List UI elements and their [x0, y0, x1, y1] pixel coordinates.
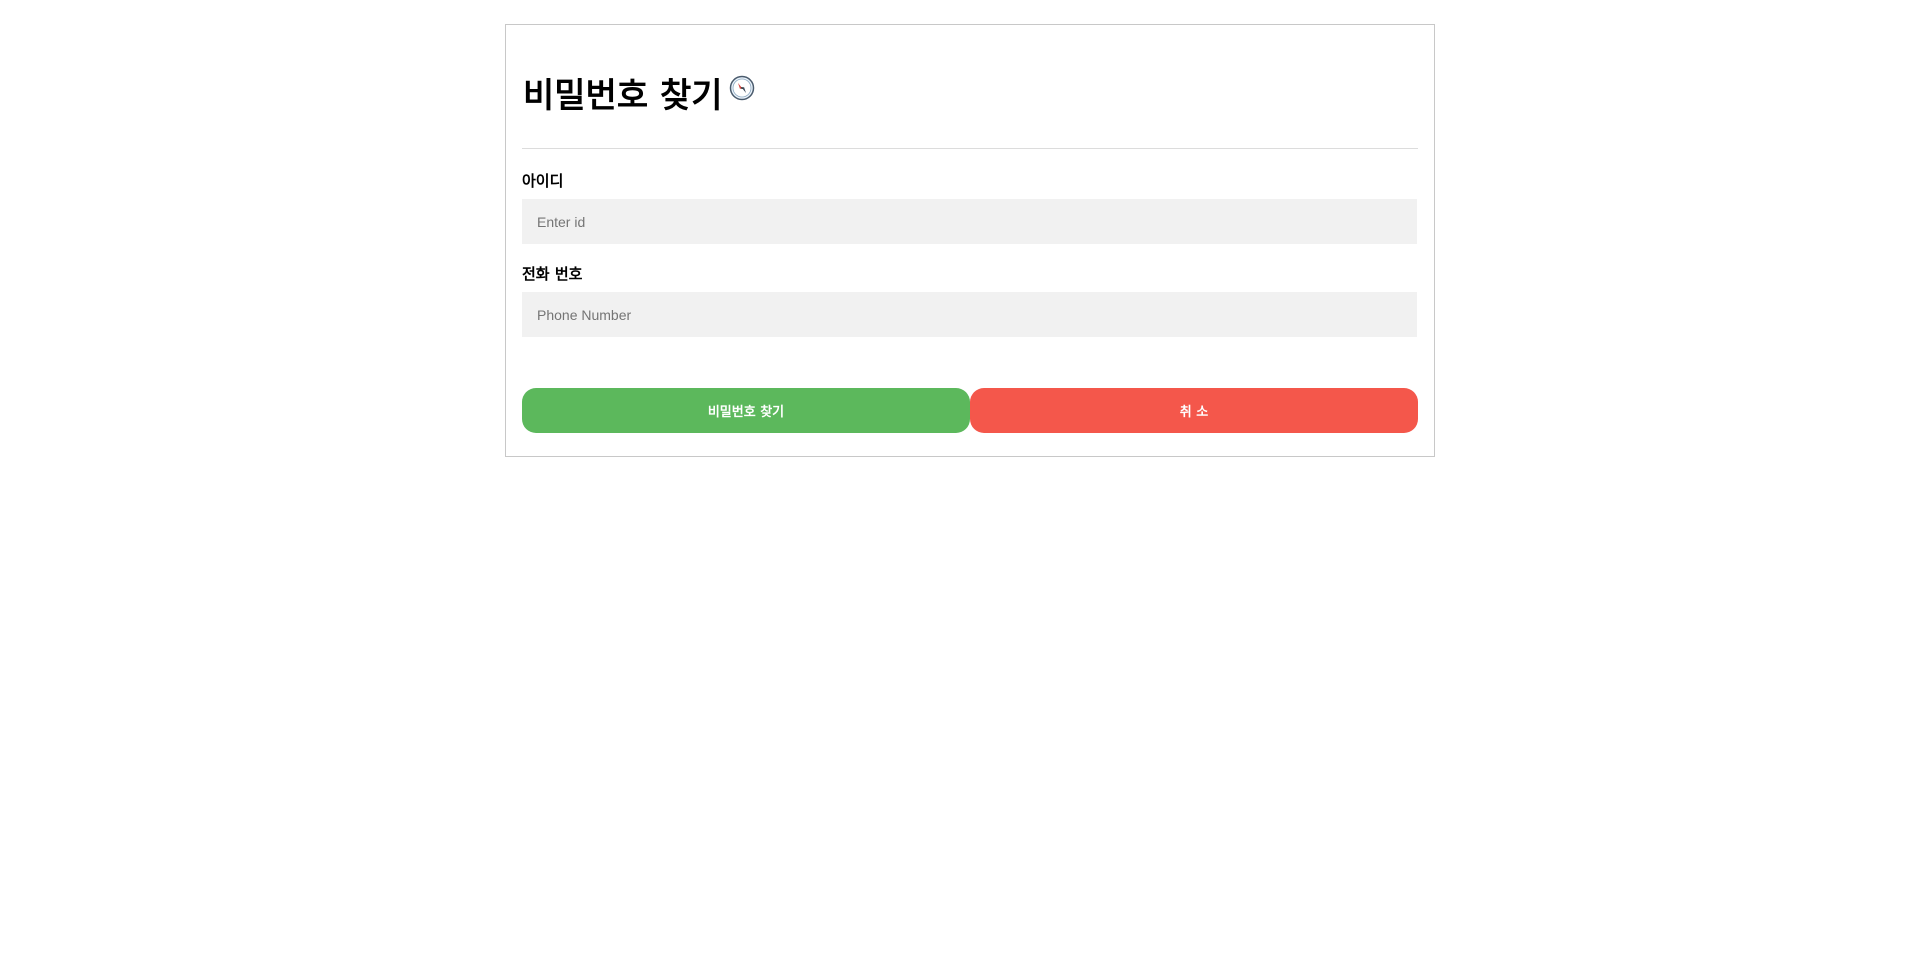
compass-icon	[729, 75, 755, 101]
page-title: 비밀번호 찾기	[523, 76, 723, 116]
id-label: 아이디	[522, 172, 564, 190]
id-input[interactable]	[522, 199, 1417, 244]
phone-label: 전화 번호	[522, 265, 583, 283]
phone-number-input[interactable]	[522, 292, 1417, 337]
find-password-button[interactable]: 비밀번호 찾기	[522, 388, 970, 433]
cancel-button[interactable]: 취 소	[970, 388, 1418, 433]
card-header: 비밀번호 찾기	[522, 25, 1418, 149]
